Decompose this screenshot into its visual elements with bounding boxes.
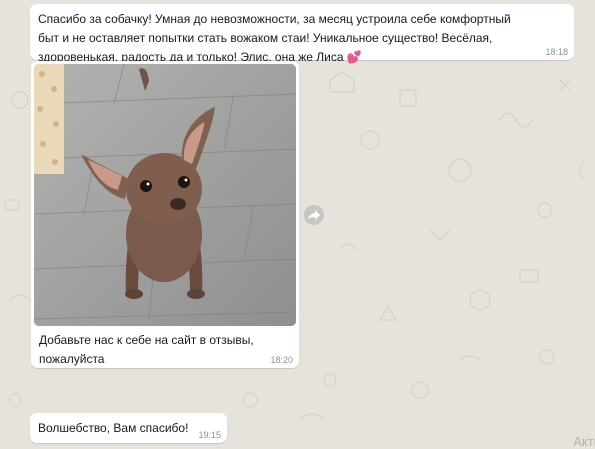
- message-text: Добавьте нас к себе на сайт в отзывы, по…: [39, 333, 254, 366]
- forward-button[interactable]: [304, 205, 324, 225]
- message-bubble-incoming[interactable]: Волшебство, Вам спасибо! 19:15: [30, 413, 227, 443]
- chihuahua-photo[interactable]: [34, 64, 296, 326]
- message-bubble-image[interactable]: Добавьте нас к себе на сайт в отзывы, по…: [31, 61, 299, 368]
- message-time: 18:18: [545, 47, 568, 57]
- message-bubble-incoming[interactable]: Спасибо за собачку! Умная до невозможнос…: [30, 4, 574, 64]
- message-text: Волшебство, Вам спасибо!: [38, 421, 189, 435]
- heart-emoji: 💕: [346, 50, 362, 64]
- message-text: Спасибо за собачку! Умная до невозможнос…: [38, 12, 511, 64]
- message-time: 19:15: [198, 430, 221, 440]
- windows-activation-watermark: Акти: [573, 434, 595, 449]
- forward-icon: [308, 210, 320, 220]
- message-time: 18:20: [270, 355, 293, 365]
